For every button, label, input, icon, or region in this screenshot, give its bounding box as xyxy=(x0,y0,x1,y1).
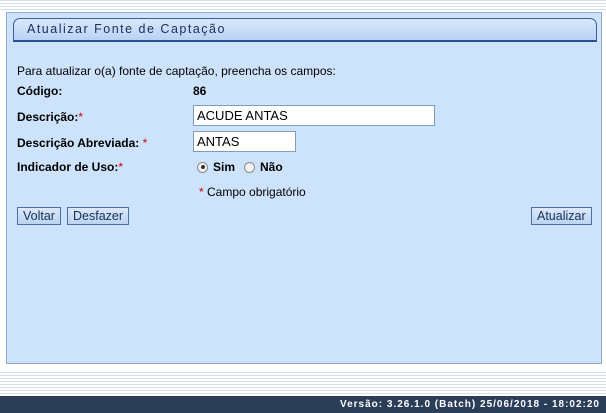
required-mark: * xyxy=(142,136,148,150)
radio-nao-label[interactable]: Não xyxy=(260,160,283,174)
descricao-label: Descrição:* xyxy=(17,110,84,124)
radio-sim[interactable] xyxy=(197,161,208,173)
header-stripes xyxy=(0,0,606,10)
indicador-uso-radio-group: Sim Não xyxy=(197,160,292,174)
panel-title: Atualizar Fonte de Captação xyxy=(13,18,597,42)
radio-nao[interactable] xyxy=(244,161,256,173)
descricao-abreviada-input[interactable] xyxy=(193,131,296,152)
radio-sim-label[interactable]: Sim xyxy=(213,160,235,174)
voltar-button[interactable]: Voltar xyxy=(17,207,61,225)
required-note: * Campo obrigatório xyxy=(199,185,306,199)
form-panel: Atualizar Fonte de Captação Para atualiz… xyxy=(6,12,602,364)
version-footer: Versão: 3.26.1.0 (Batch) 25/06/2018 - 18… xyxy=(0,396,606,413)
descricao-abreviada-label: Descrição Abreviada: * xyxy=(17,136,148,150)
codigo-value: 86 xyxy=(193,84,207,98)
indicador-uso-label: Indicador de Uso:* xyxy=(17,160,124,174)
desfazer-button[interactable]: Desfazer xyxy=(67,207,130,225)
footer-stripes xyxy=(0,372,606,396)
atualizar-button[interactable]: Atualizar xyxy=(531,207,592,225)
required-mark: * xyxy=(118,160,124,174)
descricao-input[interactable] xyxy=(193,105,435,126)
form-intro: Para atualizar o(a) fonte de captação, p… xyxy=(17,64,336,78)
codigo-label: Código: xyxy=(17,84,63,98)
required-mark: * xyxy=(78,110,84,124)
